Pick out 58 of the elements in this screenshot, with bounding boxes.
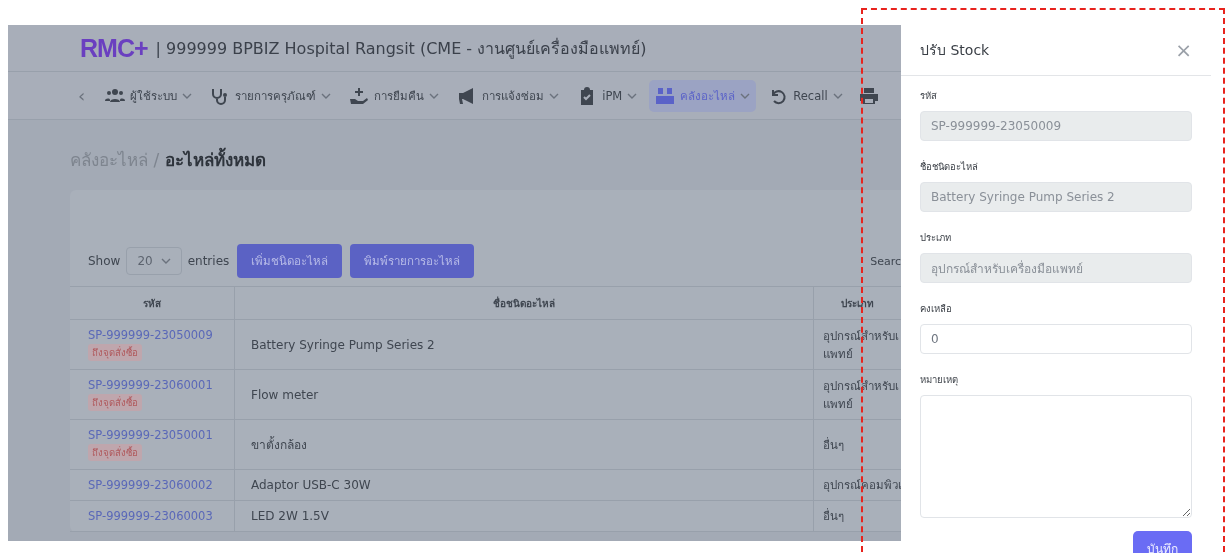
chevron-down-icon xyxy=(429,92,440,99)
input-field[interactable]: 0 xyxy=(920,324,1192,354)
status-badge: ถึงจุดสั่งซื้อ xyxy=(88,444,142,461)
chevron-down-icon xyxy=(549,92,560,99)
hand-plus-icon xyxy=(349,86,370,105)
nav-menu-item[interactable]: การยืมคืน xyxy=(343,79,446,112)
table-cell: Battery Syringe Pump Series 2 xyxy=(251,337,435,352)
nav-menu-item[interactable]: iPM xyxy=(571,79,644,112)
column-header[interactable]: ชื่อชนิดอะไหล่ xyxy=(234,286,814,320)
table-cell-text: อุปกรณ์สำหรับเ แพทย์ xyxy=(823,377,900,413)
hospital-title: | 999999 BPBIZ Hospital Rangsit (CME - งานศูนย์เครื่องมือแพทย์) xyxy=(155,37,647,61)
status-badge: ถึงจุดสั่งซื้อ xyxy=(88,394,142,411)
field-label: รหัส xyxy=(920,89,938,103)
chevron-down-icon xyxy=(160,258,171,264)
logo[interactable]: RMC+ xyxy=(80,33,148,63)
table-cell-text: อื่นๆ xyxy=(823,507,845,525)
part-code-link[interactable]: SP-999999-23060002 xyxy=(88,478,234,492)
action-button[interactable]: เพิ่มชนิดอะไหล่ xyxy=(237,244,343,278)
printer-icon[interactable] xyxy=(858,86,879,105)
boxes-icon xyxy=(655,86,676,105)
table-cell-text: อุปกรณ์สำหรับเ แพทย์ xyxy=(823,327,900,363)
part-code-link[interactable]: SP-999999-23060001 xyxy=(88,378,234,392)
table-cell: Adaptor USB-C 30W xyxy=(251,478,371,492)
entries-label: entries xyxy=(187,254,230,268)
drawer-title: ปรับ Stock xyxy=(920,41,990,60)
part-code-link[interactable]: SP-999999-23050001 xyxy=(88,428,234,442)
users-icon xyxy=(105,86,126,105)
nav-menu-item[interactable]: Recall xyxy=(762,79,849,112)
column-header[interactable]: รหัส xyxy=(70,286,235,320)
scroll-left-button[interactable]: ‹ xyxy=(78,85,86,106)
page-size-select[interactable]: 20 xyxy=(126,247,182,275)
nav-menu-item[interactable]: รายการครุภัณฑ์ xyxy=(204,79,338,112)
nav-menu-item[interactable]: การแจ้งซ่อม xyxy=(451,79,566,112)
search-label: Searc xyxy=(870,254,901,268)
field-label: ชื่อชนิดอะไหล่ xyxy=(920,159,979,174)
nav-menu-item[interactable]: ผู้ใช้ระบบ xyxy=(99,79,199,112)
table-cell: LED 2W 1.5V xyxy=(251,509,329,523)
action-button[interactable]: พิมพ์รายการอะไหล่ xyxy=(350,244,475,278)
table-cell: Flow meter xyxy=(251,387,319,402)
close-button[interactable]: × xyxy=(1175,38,1192,62)
chevron-down-icon xyxy=(627,92,638,99)
table-cell-text: อุปกรณ์คอมพิวเ xyxy=(823,477,900,494)
table-cell-text: อื่นๆ xyxy=(823,436,845,454)
part-code-link[interactable]: SP-999999-23060003 xyxy=(88,509,234,523)
chevron-down-icon xyxy=(740,92,751,99)
status-badge: ถึงจุดสั่งซื้อ xyxy=(88,344,142,361)
notes-field[interactable] xyxy=(920,395,1192,518)
field-label: คงเหลือ xyxy=(920,302,953,316)
chevron-down-icon xyxy=(321,92,332,99)
field-label: หมายเหตุ xyxy=(920,373,959,387)
show-label: Show xyxy=(88,254,121,268)
save-button[interactable]: บันทึก xyxy=(1133,531,1192,553)
chevron-down-icon xyxy=(182,92,193,99)
nav-menu-item[interactable]: คลังอะไหล่ xyxy=(649,79,757,112)
part-code-link[interactable]: SP-999999-23050009 xyxy=(88,328,234,342)
chevron-down-icon xyxy=(832,92,843,99)
table-cell: ขาตั้งกล้อง xyxy=(251,438,307,452)
field-label: ประเภท xyxy=(920,231,952,245)
